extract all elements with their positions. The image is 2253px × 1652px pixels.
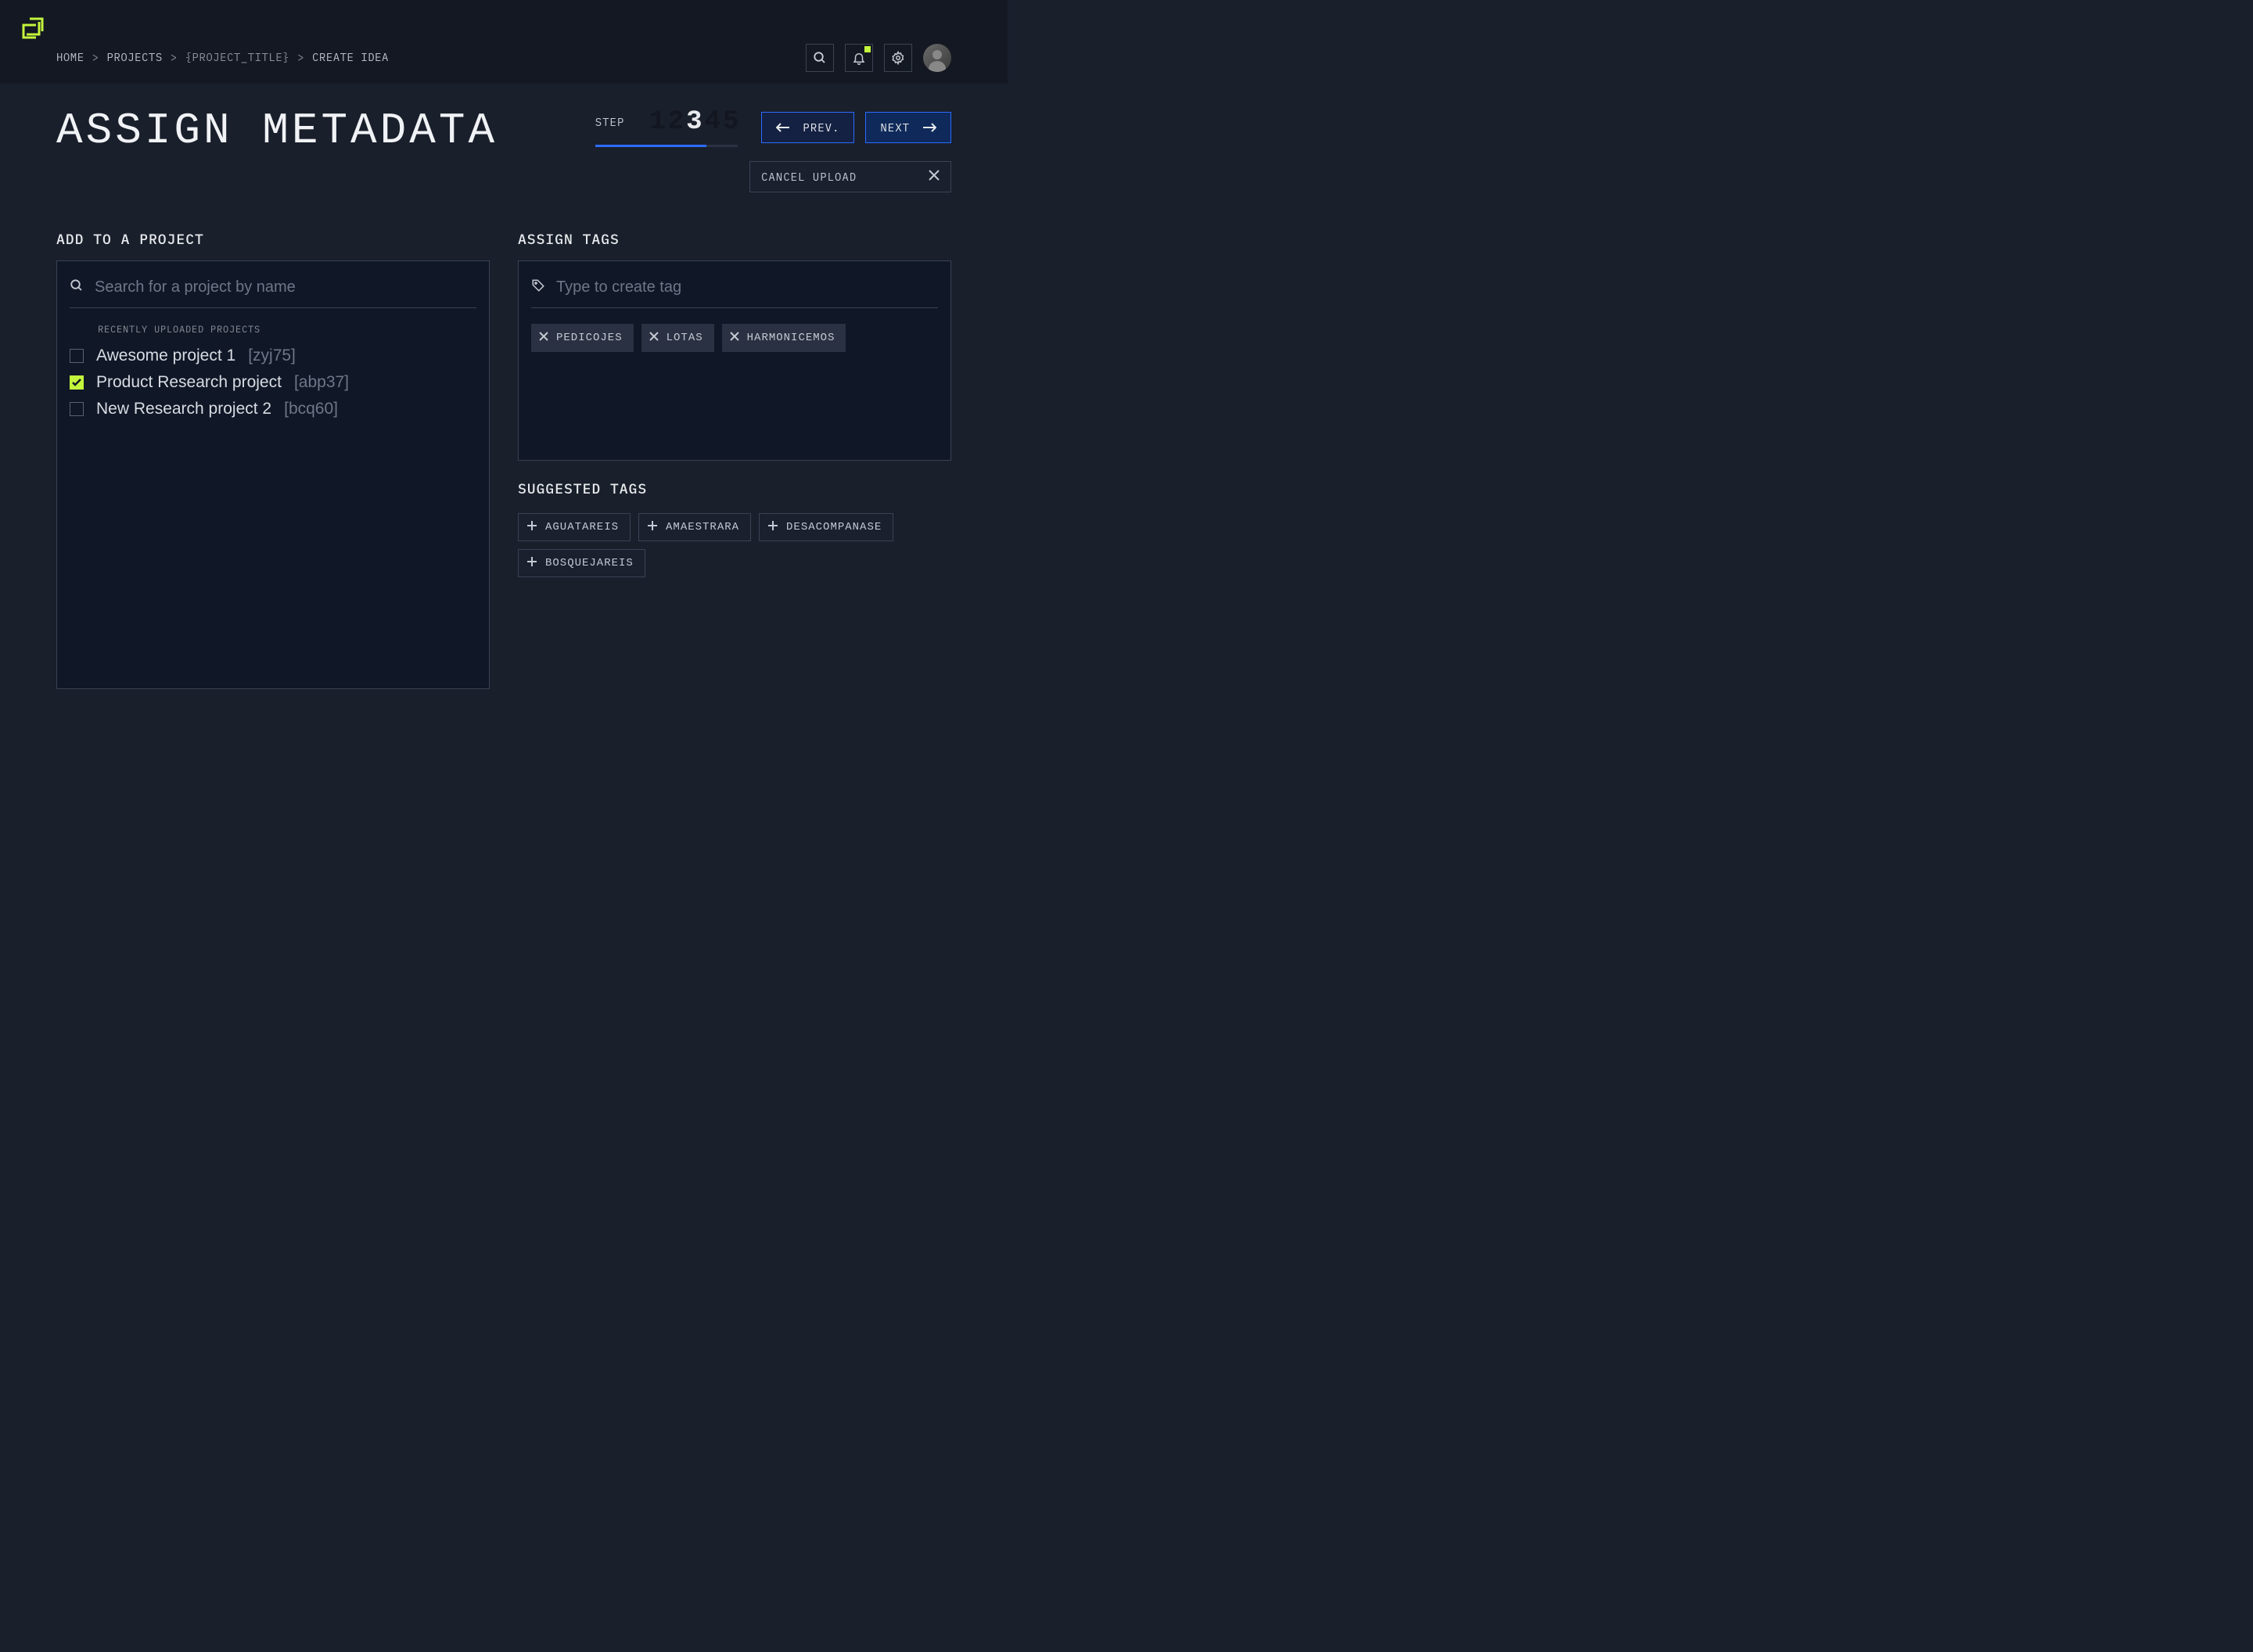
project-code: [bcq60] xyxy=(284,400,338,418)
breadcrumb-home[interactable]: HOME xyxy=(56,50,84,64)
project-name: Product Research project xyxy=(96,373,282,392)
step-progress: STEP 1 2 3 4 5 xyxy=(595,107,738,147)
step-3: 3 xyxy=(686,107,701,137)
tags-title: ASSIGN TAGS xyxy=(518,230,951,248)
step-2: 2 xyxy=(668,107,683,137)
prev-button[interactable]: PREV. xyxy=(761,112,854,143)
top-actions xyxy=(806,44,951,72)
search-icon xyxy=(813,51,827,65)
gear-icon xyxy=(891,51,905,65)
nav-buttons: PREV. NEXT xyxy=(761,112,951,143)
breadcrumb: HOME > PROJECTS > {PROJECT_TITLE} > CREA… xyxy=(56,50,389,64)
page-title: ASSIGN METADATA xyxy=(56,107,498,156)
arrow-right-icon xyxy=(922,122,936,133)
plus-icon xyxy=(767,520,778,535)
avatar[interactable] xyxy=(923,44,951,72)
project-list: Awesome project 1 [zyj75] Product Resear… xyxy=(70,347,476,418)
remove-icon xyxy=(649,332,659,345)
tag-chip[interactable]: LOTAS xyxy=(641,324,714,352)
top-bar: HOME > PROJECTS > {PROJECT_TITLE} > CREA… xyxy=(0,0,1008,84)
notifications-button[interactable] xyxy=(845,44,873,72)
suggested-tag-chip[interactable]: AGUATAREIS xyxy=(518,513,631,541)
step-4: 4 xyxy=(705,107,720,137)
project-search-row xyxy=(70,274,476,308)
suggested-tag-chip[interactable]: BOSQUEJAREIS xyxy=(518,549,645,577)
project-name: New Research project 2 xyxy=(96,400,271,418)
projects-title: ADD TO A PROJECT xyxy=(56,230,490,248)
breadcrumb-project-title[interactable]: {PROJECT_TITLE} xyxy=(185,50,290,64)
tag-input-row xyxy=(531,274,938,308)
project-item[interactable]: New Research project 2 [bcq60] xyxy=(70,400,476,418)
suggested-tag-chip[interactable]: AMAESTRARA xyxy=(638,513,751,541)
close-icon xyxy=(929,170,940,184)
suggested-tag-chip[interactable]: DESACOMPANASE xyxy=(759,513,893,541)
step-label: STEP xyxy=(595,115,625,129)
notification-indicator xyxy=(864,46,871,52)
step-1: 1 xyxy=(649,107,664,137)
plus-icon xyxy=(526,520,537,535)
project-search-input[interactable] xyxy=(95,278,476,296)
content-row: ADD TO A PROJECT RECENTLY UPLOADED PROJE… xyxy=(56,230,951,689)
remove-icon xyxy=(539,332,548,345)
step-5: 5 xyxy=(723,107,738,137)
project-checkbox[interactable] xyxy=(70,349,84,363)
suggested-section: SUGGESTED TAGS AGUATAREIS AMAESTRARA DES… xyxy=(518,479,951,577)
arrow-left-icon xyxy=(776,122,790,133)
suggested-tag-list: AGUATAREIS AMAESTRARA DESACOMPANASE BOSQ… xyxy=(518,513,951,577)
header-row: ASSIGN METADATA STEP 1 2 3 4 5 xyxy=(56,107,951,192)
tag-icon xyxy=(531,278,545,296)
project-item[interactable]: Product Research project [abp37] xyxy=(70,373,476,392)
project-name: Awesome project 1 xyxy=(96,347,235,365)
next-button[interactable]: NEXT xyxy=(865,112,951,143)
breadcrumb-create-idea: CREATE IDEA xyxy=(312,50,389,64)
assigned-tag-list: PEDICOJES LOTAS HARMONICEMOS xyxy=(531,324,938,352)
step-row: STEP 1 2 3 4 5 PREV. xyxy=(595,107,951,147)
logo[interactable] xyxy=(19,16,47,44)
settings-button[interactable] xyxy=(884,44,912,72)
tag-input[interactable] xyxy=(556,278,938,296)
cancel-upload-button[interactable]: CANCEL UPLOAD xyxy=(749,161,951,192)
main-content: ASSIGN METADATA STEP 1 2 3 4 5 xyxy=(0,84,1008,713)
tag-chip[interactable]: PEDICOJES xyxy=(531,324,634,352)
tag-chip[interactable]: HARMONICEMOS xyxy=(722,324,846,352)
step-numbers: 1 2 3 4 5 xyxy=(649,107,738,137)
project-item[interactable]: Awesome project 1 [zyj75] xyxy=(70,347,476,365)
search-icon xyxy=(70,278,84,296)
plus-icon xyxy=(526,556,537,571)
recently-uploaded-label: RECENTLY UPLOADED PROJECTS xyxy=(98,324,476,336)
project-code: [zyj75] xyxy=(248,347,296,365)
project-code: [abp37] xyxy=(294,373,349,392)
project-checkbox[interactable] xyxy=(70,375,84,390)
projects-panel: ADD TO A PROJECT RECENTLY UPLOADED PROJE… xyxy=(56,230,490,689)
plus-icon xyxy=(647,520,658,535)
breadcrumb-projects[interactable]: PROJECTS xyxy=(107,50,163,64)
project-checkbox[interactable] xyxy=(70,402,84,416)
tags-panel: ASSIGN TAGS PEDICOJES xyxy=(518,230,951,689)
remove-icon xyxy=(730,332,739,345)
step-area: STEP 1 2 3 4 5 PREV. xyxy=(595,107,951,192)
bell-icon xyxy=(852,51,866,65)
tags-box: PEDICOJES LOTAS HARMONICEMOS xyxy=(518,260,951,461)
projects-box: RECENTLY UPLOADED PROJECTS Awesome proje… xyxy=(56,260,490,689)
search-button[interactable] xyxy=(806,44,834,72)
suggested-title: SUGGESTED TAGS xyxy=(518,479,951,497)
